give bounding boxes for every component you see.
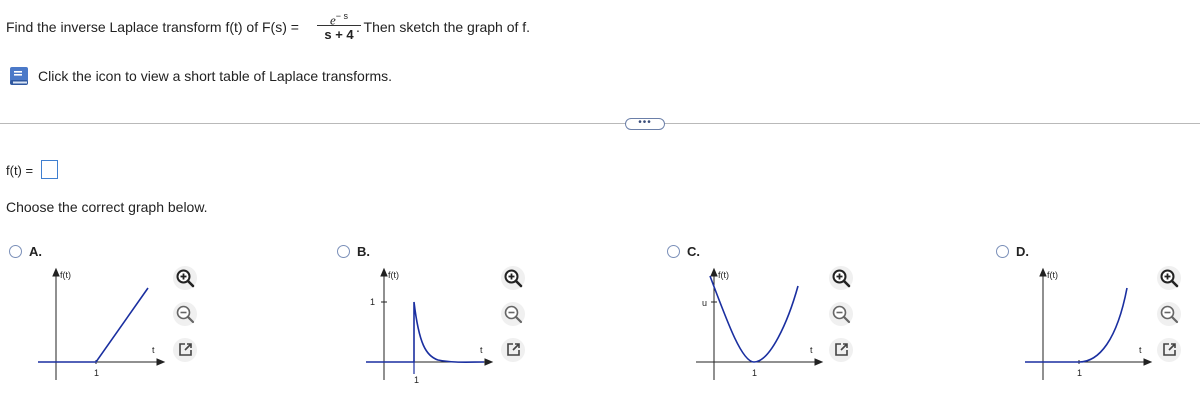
graph-b-y-arrow	[380, 267, 388, 277]
graph-c-y-arrow	[710, 267, 718, 277]
graph-a-y-label: f(t)	[60, 270, 71, 280]
zoom-out-icon	[1160, 305, 1179, 324]
graph-c-tick-label: 1	[752, 368, 757, 378]
option-c-letter: C.	[687, 244, 700, 259]
graph-c-y-label: f(t)	[718, 270, 729, 280]
hint-text: Click the icon to view a short table of …	[38, 68, 393, 84]
graph-d-y-arrow	[1039, 267, 1047, 277]
open-window-icon	[507, 343, 520, 356]
zoom-in-icon	[176, 269, 195, 288]
graph-d-x-arrow	[1143, 358, 1153, 366]
graph-d-curve	[1025, 287, 1128, 363]
open-window-button[interactable]	[1157, 338, 1181, 362]
choose-prompt: Choose the correct graph below.	[6, 199, 208, 215]
answer-input[interactable]	[41, 160, 58, 179]
zoom-out-button[interactable]	[173, 302, 197, 326]
graph-a-curve	[38, 287, 149, 363]
radio-d[interactable]	[996, 245, 1009, 258]
more-button[interactable]: •••	[625, 118, 665, 130]
graph-b: f(t) t 1 1	[366, 267, 494, 385]
option-a-letter: A.	[29, 244, 42, 259]
graph-b-ytick-label: 1	[370, 297, 375, 307]
answer-label: f(t) =	[6, 163, 34, 178]
fraction-numerator: e− s	[317, 9, 361, 27]
question-prefix: Find the inverse Laplace transform f(t) …	[6, 19, 299, 35]
open-window-button[interactable]	[173, 338, 197, 362]
graph-c-x-label: t	[810, 345, 813, 355]
graph-d: f(t) t 1	[1025, 267, 1153, 380]
fraction: e− s s + 4	[317, 9, 361, 42]
open-window-icon	[835, 343, 848, 356]
zoom-in-icon	[504, 269, 523, 288]
zoom-in-icon	[1160, 269, 1179, 288]
zoom-out-button[interactable]	[1157, 302, 1181, 326]
graph-b-x-arrow	[484, 358, 494, 366]
zoom-in-button[interactable]	[829, 266, 853, 290]
graph-b-y-label: f(t)	[388, 270, 399, 280]
graph-c-ytick-label: u	[702, 298, 707, 308]
open-window-button[interactable]	[829, 338, 853, 362]
zoom-out-button[interactable]	[501, 302, 525, 326]
fraction-denominator: s + 4	[324, 27, 354, 42]
divider	[0, 123, 1200, 124]
graph-a-tick-label: 1	[94, 368, 99, 378]
graph-c-x-arrow	[814, 358, 824, 366]
radio-b[interactable]	[337, 245, 350, 258]
graph-c-curve	[709, 275, 799, 363]
open-window-button[interactable]	[501, 338, 525, 362]
zoom-out-icon	[176, 305, 195, 324]
graph-b-x-label: t	[480, 345, 483, 355]
zoom-out-icon	[832, 305, 851, 324]
graph-d-y-label: f(t)	[1047, 270, 1058, 280]
graph-d-x-label: t	[1139, 345, 1142, 355]
open-window-icon	[1163, 343, 1176, 356]
zoom-in-icon	[832, 269, 851, 288]
graph-a-y-arrow	[52, 267, 60, 277]
graph-a-x-label: t	[152, 345, 155, 355]
numerator-exponent: − s	[335, 11, 349, 21]
graph-d-tick-label: 1	[1077, 368, 1082, 378]
graph-c: f(t) t 1 u	[696, 267, 824, 380]
option-d-letter: D.	[1016, 244, 1029, 259]
question-suffix: . Then sketch the graph of f.	[356, 19, 531, 35]
zoom-in-button[interactable]	[1157, 266, 1181, 290]
fraction-bar	[317, 25, 361, 26]
graph-b-tick-label: 1	[414, 375, 419, 385]
zoom-out-icon	[504, 305, 523, 324]
radio-a[interactable]	[9, 245, 22, 258]
zoom-in-button[interactable]	[173, 266, 197, 290]
zoom-in-button[interactable]	[501, 266, 525, 290]
open-window-icon	[179, 343, 192, 356]
graph-a: f(t) t 1	[38, 267, 166, 380]
graph-a-x-arrow	[156, 358, 166, 366]
radio-c[interactable]	[667, 245, 680, 258]
option-b-letter: B.	[357, 244, 370, 259]
zoom-out-button[interactable]	[829, 302, 853, 326]
book-icon[interactable]	[7, 65, 31, 87]
